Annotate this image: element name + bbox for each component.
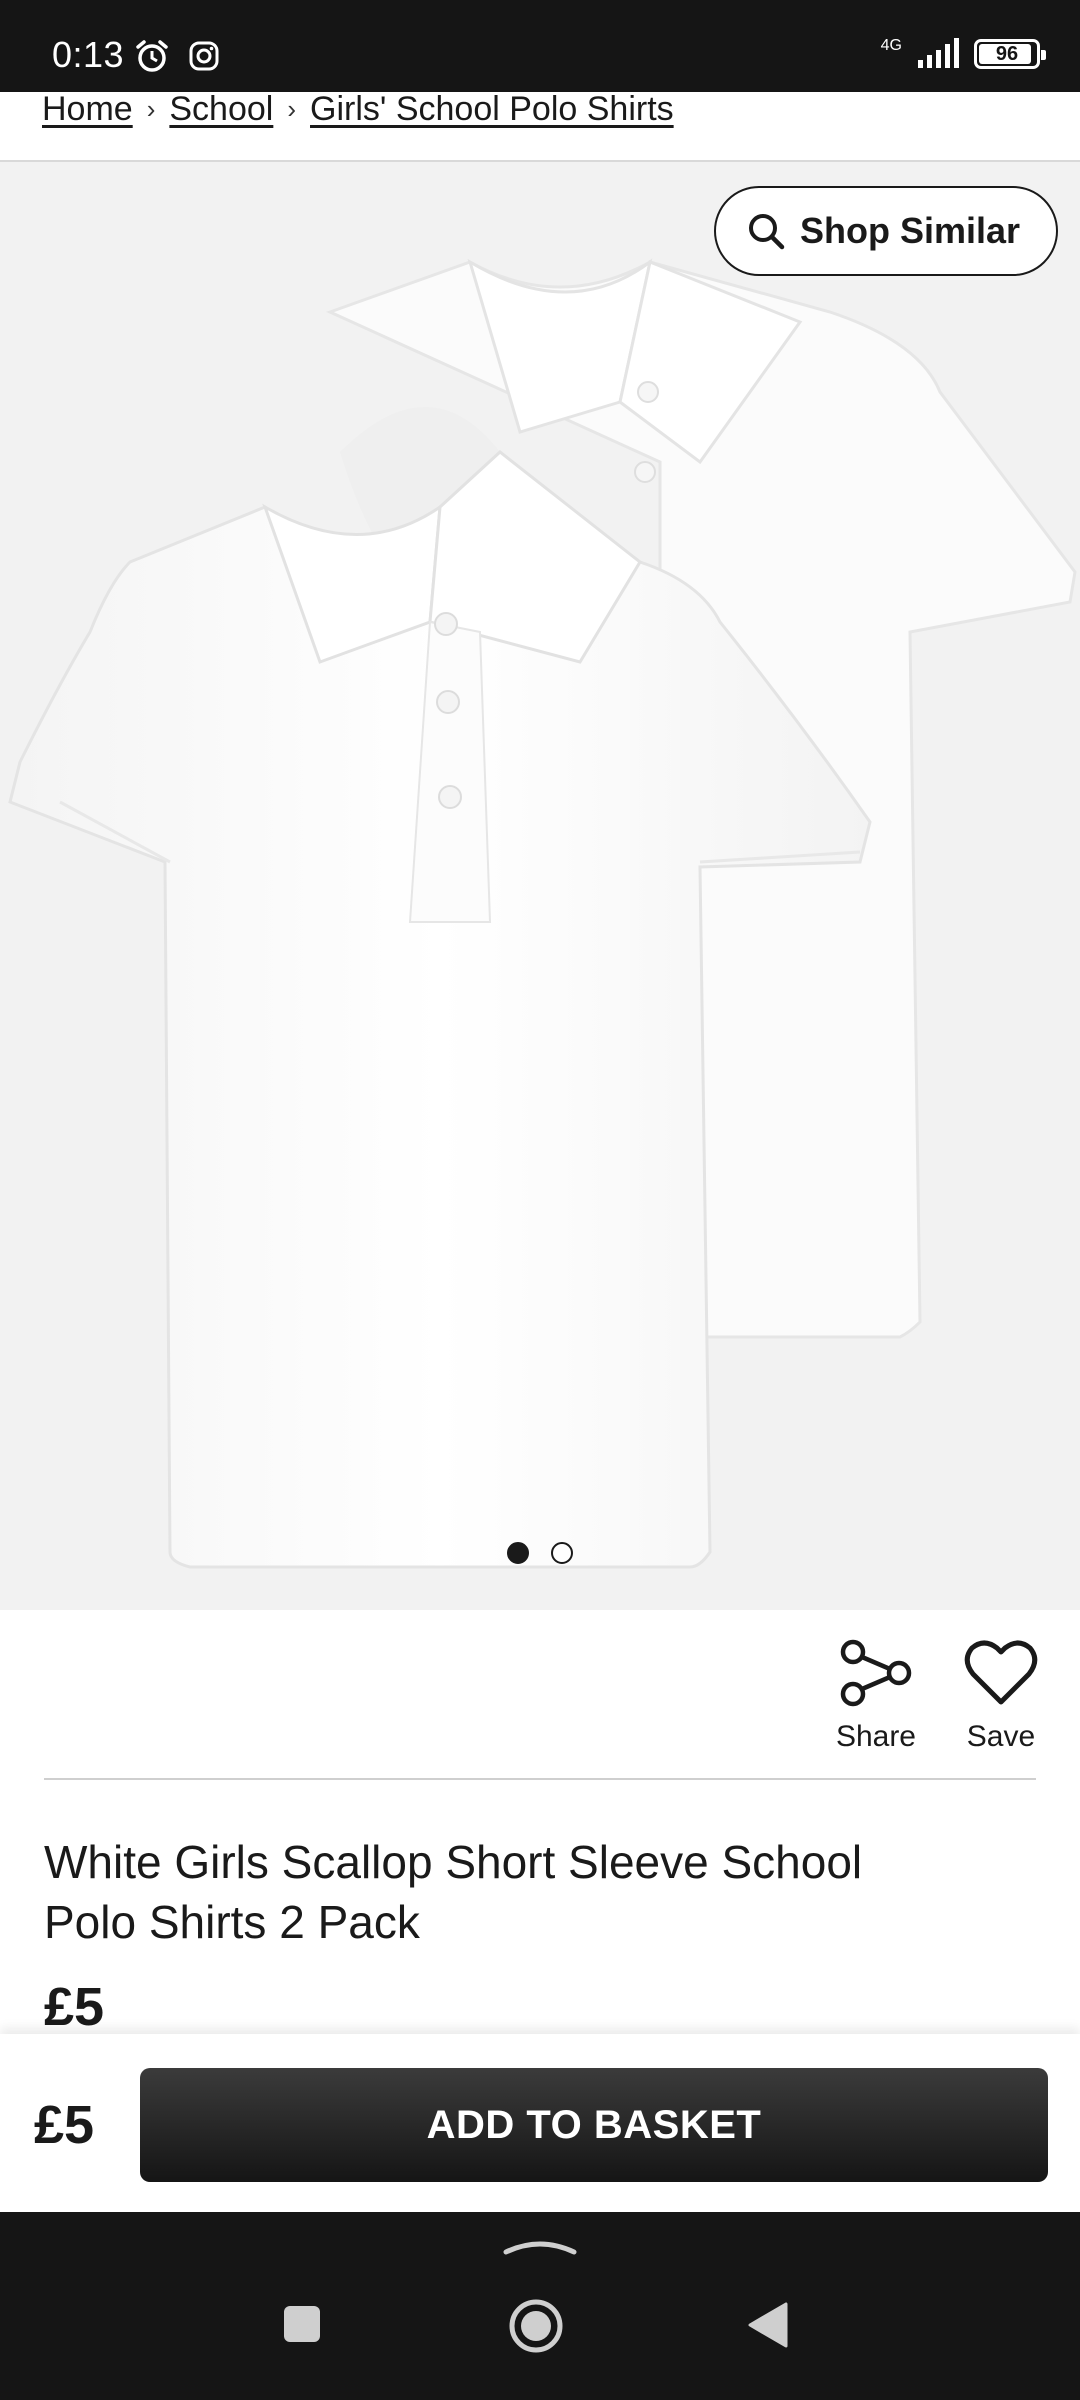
share-label: Share	[835, 1720, 916, 1753]
product-price: £5	[44, 1977, 105, 2037]
alarm-icon	[136, 40, 168, 72]
status-bar: 0:13 4G 96	[0, 0, 1080, 92]
add-to-basket-button[interactable]: ADD TO BASKET	[140, 2068, 1048, 2182]
shop-similar-label: Shop Similar	[799, 210, 1020, 251]
nav-recents-icon[interactable]	[282, 2304, 322, 2344]
basket-bar: £5 ADD TO BASKET	[0, 2034, 1080, 2212]
battery-level: 96	[995, 42, 1019, 65]
search-icon	[748, 214, 785, 250]
chevron-right-icon: ›	[146, 93, 156, 124]
instagram-icon	[189, 41, 219, 71]
save-label: Save	[966, 1720, 1036, 1753]
share-button[interactable]: Share	[836, 1636, 916, 1754]
basket-price: £5	[34, 2095, 95, 2155]
heart-icon	[964, 1640, 1038, 1705]
status-indicators: 4G 96	[880, 34, 1046, 74]
divider	[44, 1778, 1036, 1780]
swipe-up-handle[interactable]	[500, 2234, 580, 2258]
nav-home-icon[interactable]	[508, 2298, 564, 2354]
product-title: White Girls Scallop Short Sleeve School …	[44, 1836, 863, 1948]
share-icon	[840, 1639, 912, 1707]
gallery-pagination	[0, 1542, 1080, 1564]
gallery-dot[interactable]	[507, 1542, 529, 1564]
status-time: 0:13	[52, 34, 125, 75]
save-button[interactable]: Save	[964, 1636, 1038, 1754]
chevron-right-icon: ›	[287, 93, 297, 124]
battery-icon: 96	[974, 39, 1046, 69]
nav-back-icon[interactable]	[746, 2300, 790, 2350]
breadcrumb-school[interactable]: School	[169, 90, 273, 129]
shop-similar-button[interactable]: Shop Similar	[713, 186, 1058, 276]
breadcrumb: Home › School › Girls' School Polo Shirt…	[42, 84, 674, 134]
system-nav-bar	[0, 2212, 1080, 2400]
breadcrumb-girls-polo-shirts[interactable]: Girls' School Polo Shirts	[310, 90, 674, 129]
product-image-gallery[interactable]: Shop Similar	[0, 162, 1080, 1610]
gallery-dot[interactable]	[551, 1542, 573, 1564]
network-type: 4G	[880, 37, 902, 54]
breadcrumb-home[interactable]: Home	[42, 90, 133, 129]
product-actions: Share Save	[836, 1636, 1038, 1754]
signal-icon	[918, 38, 959, 68]
product-image	[8, 258, 1077, 1569]
